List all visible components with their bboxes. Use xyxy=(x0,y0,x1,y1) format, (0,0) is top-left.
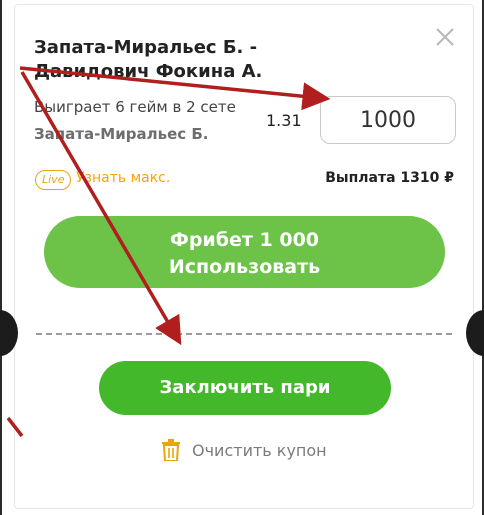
close-icon xyxy=(436,28,454,46)
clear-coupon-label: Очистить купон xyxy=(192,440,327,460)
coupon-divider xyxy=(36,333,452,335)
freebet-amount: Фрибет 1 000 xyxy=(169,229,320,251)
match-title: Запата-Миральес Б. - Давидович Фокина А. xyxy=(34,37,263,82)
freebet-action: Использовать xyxy=(168,256,321,278)
live-badge: Live xyxy=(35,170,72,190)
clear-coupon-button[interactable]: Очистить купон xyxy=(162,437,327,463)
trash-icon xyxy=(162,439,180,461)
odds-value: 1.31 xyxy=(266,111,302,130)
bet-description: Выиграет 6 гейм в 2 сете xyxy=(34,98,236,116)
freebet-button[interactable]: Фрибет 1 000 Использовать xyxy=(44,216,445,288)
close-button[interactable] xyxy=(430,22,460,52)
max-stake-link[interactable]: Узнать макс. xyxy=(76,170,170,186)
stake-input[interactable] xyxy=(320,96,456,144)
place-bet-button[interactable]: Заключить пари xyxy=(99,361,391,415)
payout-text: Выплата 1310 ₽ xyxy=(325,170,454,186)
bet-player: Запата-Миральес Б. xyxy=(34,125,209,143)
